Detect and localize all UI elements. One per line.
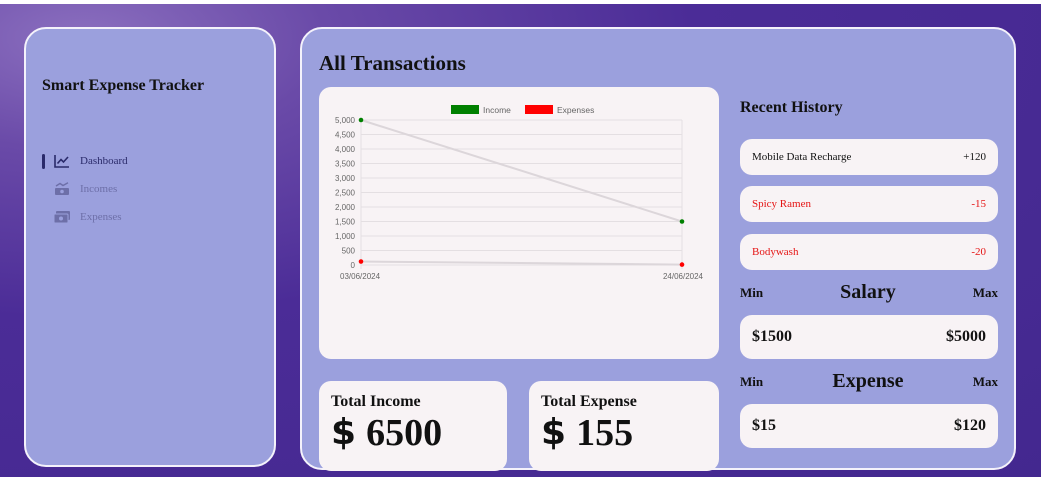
total-income-value: $ 6500 [331,412,495,454]
app-title: Smart Expense Tracker [42,77,205,94]
history-item[interactable]: Mobile Data Recharge +120 [740,139,998,175]
expense-range-box: $15 $120 [740,404,998,448]
y-tick-label: 4,000 [335,145,356,154]
data-point [358,259,364,264]
salary-min-value: $1500 [752,328,792,345]
sidebar: Smart Expense Tracker Dashboard Incomes … [24,27,276,467]
legend-swatch [451,105,479,114]
salary-range-box: $1500 $5000 [740,315,998,359]
salary-min-label: Min [740,284,764,300]
salary-max-label: Max [972,284,998,300]
data-point [679,262,685,267]
total-expense-card: Total Expense $ 155 [529,381,719,471]
sidebar-nav: Dashboard Incomes Expenses [42,147,128,231]
y-tick-label: 1,500 [335,218,356,227]
sidebar-item-label: Incomes [80,183,118,195]
y-tick-label: 5,000 [335,116,356,125]
active-indicator [42,153,45,169]
expense-min-value: $15 [752,417,776,434]
page-title: All Transactions [319,51,466,75]
series-line [360,119,683,223]
sidebar-item-expenses[interactable]: Expenses [42,203,128,231]
total-expense-value: $ 155 [541,412,707,454]
history-item-amount: -15 [971,198,986,210]
x-tick-label: 03/06/2024 [340,272,381,281]
salary-range-header: Min Salary Max [740,281,998,304]
y-tick-label: 4,500 [335,131,356,140]
money-trend-icon [53,181,71,197]
expense-min-label: Min [740,373,764,389]
history-item-name: Mobile Data Recharge [752,151,852,163]
y-tick-label: 0 [351,261,356,270]
data-point [358,117,364,123]
transactions-chart: 5,000 4,500 4,000 3,500 3,000 2,500 2,000 1,500… [319,87,719,359]
sidebar-item-dashboard[interactable]: Dashboard [42,147,128,175]
total-income-card: Total Income $ 6500 [319,381,507,471]
expense-max-value: $120 [954,417,986,434]
series-line [360,260,683,266]
sidebar-item-label: Dashboard [80,155,128,167]
main-panel: All Transactions 5,000 4,500 4,000 3,500 3,0… [300,27,1016,471]
history-item-name: Bodywash [752,246,799,258]
chart-line-icon [53,153,71,169]
history-item-name: Spicy Ramen [752,198,811,210]
total-income-label: Total Income [331,393,421,410]
salary-max-value: $5000 [946,328,986,345]
total-expense-amount: 155 [576,412,634,454]
recent-history-title: Recent History [740,99,843,116]
history-item-amount: +120 [963,151,986,163]
expense-range-header: Min Expense Max [740,370,998,393]
total-income-amount: 6500 [366,412,443,454]
y-tick-label: 2,000 [335,203,356,212]
dollar-icon: $ [331,412,357,453]
legend-swatch [525,105,553,114]
salary-title: Salary [840,281,896,303]
legend-label: Expenses [557,105,594,115]
y-tick-label: 1,000 [335,232,356,241]
y-tick-label: 2,500 [335,189,356,198]
history-item[interactable]: Bodywash -20 [740,234,998,270]
sidebar-item-label: Expenses [80,211,122,223]
money-bill-icon [53,209,71,225]
y-tick-label: 3,500 [335,160,356,169]
expense-range-title: Expense [832,370,904,392]
history-item-amount: -20 [971,246,986,258]
expense-max-label: Max [972,373,998,389]
legend-label: Income [483,105,511,115]
line-chart: 5,000 4,500 4,000 3,500 3,000 2,500 2,000 1,500… [335,105,704,281]
total-expense-label: Total Expense [541,393,637,410]
y-tick-label: 500 [342,247,356,256]
y-tick-label: 3,000 [335,174,356,183]
sidebar-item-incomes[interactable]: Incomes [42,175,128,203]
x-tick-label: 24/06/2024 [663,272,704,281]
dollar-icon: $ [541,412,567,453]
data-point [679,219,685,224]
history-item[interactable]: Spicy Ramen -15 [740,186,998,222]
